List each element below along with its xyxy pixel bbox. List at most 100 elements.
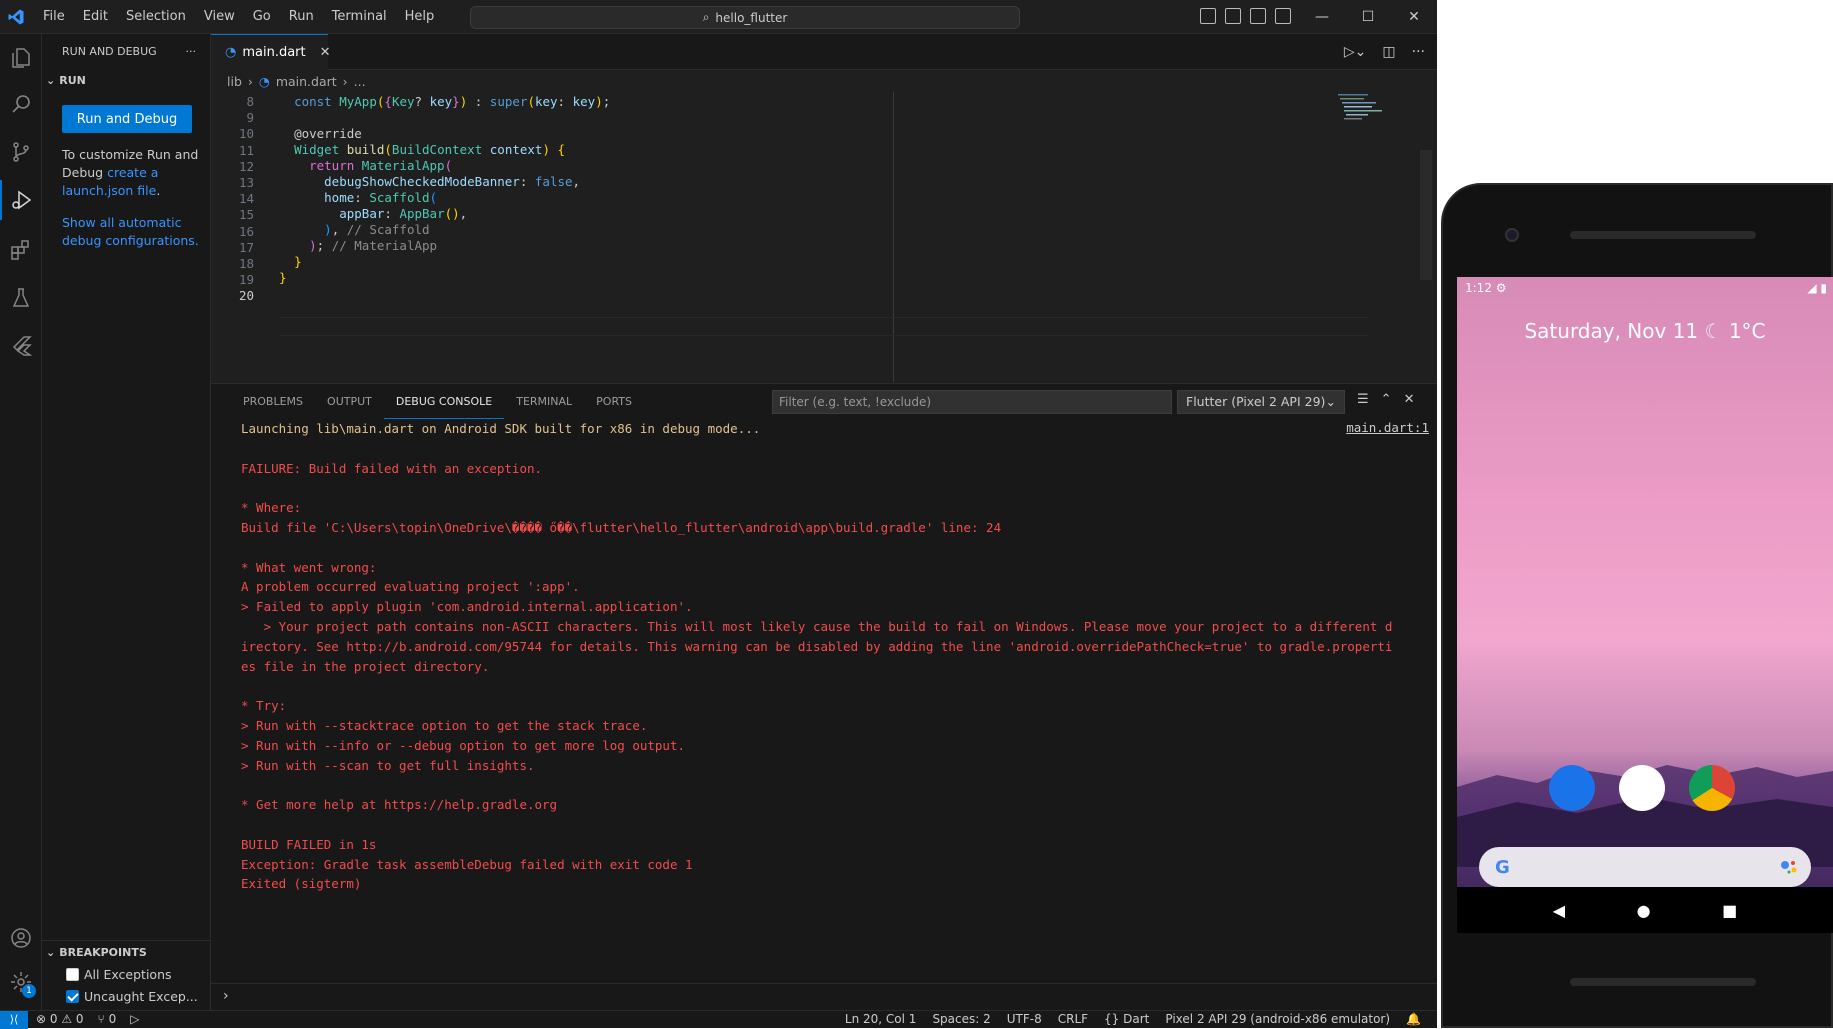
tab-debug-console[interactable]: DEBUG CONSOLE [383, 385, 505, 419]
breadcrumb-file[interactable]: main.dart [276, 74, 337, 89]
menu-terminal[interactable]: Terminal [323, 0, 396, 34]
tab-output[interactable]: OUTPUT [315, 385, 384, 418]
phone-screen[interactable]: 1:12 ⚙ ◢ ▮ Saturday, Nov 11 ☾ 1°C G ◀ ● … [1457, 277, 1833, 933]
console-line: * Where: [241, 500, 302, 516]
nav-back-icon[interactable]: ◀ [1553, 901, 1565, 920]
notifications-bell-icon[interactable]: 🔔 [1406, 1011, 1421, 1028]
close-window-icon[interactable]: ✕ [1391, 0, 1437, 34]
nav-recents-icon[interactable]: ■ [1722, 901, 1737, 920]
maximize-panel-icon[interactable]: ⌃ [1381, 392, 1392, 407]
customize-layout-icon[interactable] [1275, 8, 1291, 24]
console-line: * What went wrong: [241, 559, 377, 575]
show-automatic-configs-link[interactable]: Show all automatic debug configurations. [62, 214, 202, 250]
flutter-icon[interactable] [0, 326, 42, 366]
indentation[interactable]: Spaces: 2 [932, 1011, 990, 1028]
breakpoint-all-exceptions[interactable]: All Exceptions [42, 963, 211, 985]
cursor-position[interactable]: Ln 20, Col 1 [845, 1011, 917, 1028]
tab-label: main.dart [242, 45, 306, 60]
messages-app-icon[interactable] [1549, 765, 1595, 811]
debug-session-select[interactable]: Flutter (Pixel 2 API 29) ⌄ [1177, 390, 1345, 414]
all-exceptions-checkbox[interactable] [66, 967, 79, 981]
more-actions-icon[interactable]: ··· [186, 45, 197, 58]
tab-problems[interactable]: PROBLEMS [231, 385, 315, 418]
console-line: FAILURE: Build failed with an exception. [241, 460, 543, 476]
flutter-device[interactable]: Pixel 2 API 29 (android-x86 emulator) [1165, 1011, 1390, 1028]
menu-view[interactable]: View [195, 0, 244, 34]
menu-selection[interactable]: Selection [117, 0, 195, 34]
settings-gear-icon: ⚙ [1495, 281, 1507, 295]
breadcrumb-lib[interactable]: lib [227, 74, 242, 89]
uncaught-exceptions-checkbox[interactable] [66, 989, 79, 1003]
language-mode[interactable]: {} Dart [1104, 1011, 1149, 1028]
breadcrumb-symbol[interactable]: ... [354, 74, 366, 89]
remote-indicator-icon[interactable]: ⟩⟨ [0, 1011, 28, 1029]
close-tab-icon[interactable]: ✕ [320, 45, 331, 60]
clear-console-icon[interactable]: ☰ [1357, 392, 1369, 407]
breakpoints-header[interactable]: ⌄ BREAKPOINTS [42, 941, 211, 963]
extensions-icon[interactable] [0, 230, 42, 270]
close-panel-icon[interactable]: ✕ [1404, 392, 1415, 407]
console-filter-input[interactable]: Filter (e.g. text, !exclude) [772, 390, 1172, 414]
run-section-header[interactable]: ⌄ RUN [42, 69, 210, 91]
google-search-bar[interactable]: G [1479, 847, 1811, 887]
tab-main-dart[interactable]: ◔ main.dart ✕ [211, 34, 331, 70]
run-and-debug-button[interactable]: Run and Debug [62, 105, 192, 133]
android-status-bar: 1:12 ⚙ ◢ ▮ [1457, 277, 1833, 299]
breadcrumb: lib › ◔ main.dart › ... [211, 70, 1437, 92]
split-editor-icon[interactable]: ◫ [1382, 44, 1395, 60]
date-widget[interactable]: Saturday, Nov 11 ☾ 1°C [1457, 319, 1833, 343]
chevron-down-icon: ⌄ [1325, 394, 1336, 409]
minimize-icon[interactable]: — [1299, 0, 1345, 34]
run-debug-dropdown-icon[interactable]: ▷⌄ [1344, 44, 1367, 60]
chrome-app-icon[interactable] [1689, 765, 1735, 811]
problems-status[interactable]: ⊗ 0 ⚠ 0 [36, 1011, 84, 1028]
manage-gear-icon[interactable]: 1 [0, 962, 42, 1002]
source-control-icon[interactable] [0, 132, 42, 172]
maximize-icon[interactable]: ☐ [1345, 0, 1391, 34]
search-view-icon[interactable] [0, 84, 42, 124]
console-line: Exception: Gradle task assembleDebug fai… [241, 856, 693, 872]
line-ending[interactable]: CRLF [1058, 1011, 1088, 1028]
current-line-highlight [279, 317, 1369, 336]
breakpoint-uncaught-exceptions[interactable]: Uncaught Excep... [42, 985, 211, 1007]
console-line: * Try: [241, 698, 287, 714]
toggle-sidebar-icon[interactable] [1200, 8, 1216, 24]
editor-scrollbar[interactable] [1420, 150, 1432, 280]
explorer-icon[interactable] [0, 38, 42, 78]
ports-status[interactable]: ⑂ 0 [98, 1011, 117, 1028]
chevron-right-icon: › [342, 73, 348, 89]
console-line: > Your project path contains non-ASCII c… [241, 618, 1393, 634]
accounts-icon[interactable] [0, 918, 42, 958]
console-line: A problem occurred evaluating project ':… [241, 579, 580, 595]
tab-ports[interactable]: PORTS [584, 385, 644, 418]
debug-console-output: Launching lib\main.dart on Android SDK b… [241, 419, 1431, 894]
command-center-search[interactable]: ⌕ hello_flutter [470, 6, 1020, 29]
menu-edit[interactable]: Edit [74, 0, 117, 34]
run-and-debug-icon[interactable] [0, 180, 42, 220]
console-line: > Run with --info or --debug option to g… [241, 737, 686, 753]
chevron-right-icon: › [247, 73, 253, 89]
debug-status-icon[interactable]: ▷ [130, 1011, 139, 1028]
front-camera [1505, 228, 1519, 242]
play-store-app-icon[interactable] [1619, 765, 1665, 811]
toggle-secondary-sidebar-icon[interactable] [1250, 8, 1266, 24]
menu-file[interactable]: File [34, 0, 74, 34]
toggle-panel-icon[interactable] [1225, 8, 1241, 24]
nav-home-icon[interactable]: ● [1637, 901, 1651, 920]
menu-run[interactable]: Run [280, 0, 323, 34]
console-input-prompt[interactable]: › [211, 983, 1437, 1009]
editor-more-actions-icon[interactable]: ··· [1412, 44, 1425, 60]
encoding[interactable]: UTF-8 [1007, 1011, 1042, 1028]
debug-session-label: Flutter (Pixel 2 API 29) [1186, 394, 1326, 409]
console-line: > Run with --stacktrace option to get th… [241, 717, 648, 733]
minimap[interactable] [1338, 92, 1418, 132]
menu-help[interactable]: Help [396, 0, 444, 34]
testing-icon[interactable] [0, 278, 42, 318]
tab-terminal[interactable]: TERMINAL [504, 385, 584, 418]
chevron-down-icon: ⌄ [46, 945, 56, 959]
google-assistant-icon[interactable] [1777, 855, 1801, 879]
code-editor[interactable]: 8 9 10 11 12 13 14 15 16 17 18 19 20 const MyApp({Ke… [211, 92, 1437, 382]
menu-go[interactable]: Go [244, 0, 280, 34]
